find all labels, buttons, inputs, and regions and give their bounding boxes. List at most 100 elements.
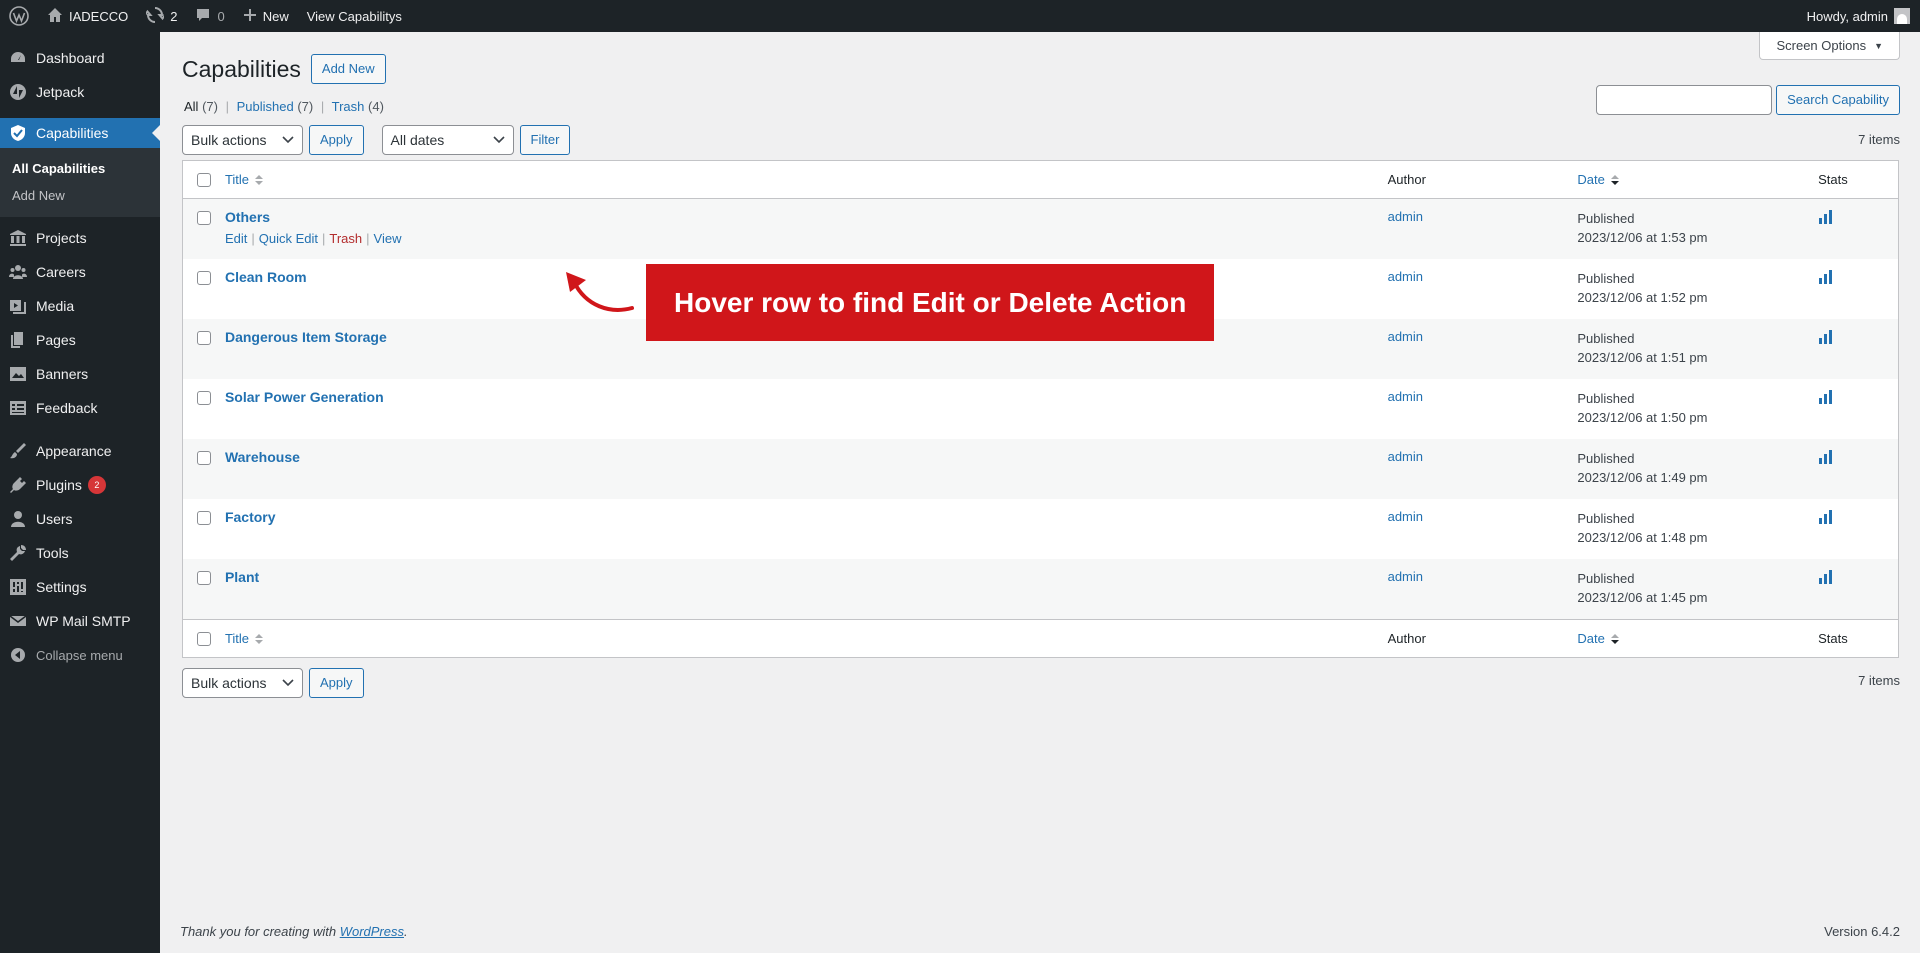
row-checkbox[interactable] [196,211,211,225]
filter-button[interactable]: Filter [519,125,571,155]
stats-bar-chart-icon[interactable] [1818,209,1834,225]
sidebar-item-appearance[interactable]: Appearance [0,434,160,468]
stats-bar-chart-icon[interactable] [1818,449,1834,465]
post-date: 2023/12/06 at 1:49 pm [1577,470,1708,485]
author-link[interactable]: admin [1388,208,1423,224]
stats-bar-chart-icon[interactable] [1818,269,1834,285]
author-link[interactable]: admin [1388,448,1423,464]
view-capabilitys-label: View Capabilitys [306,8,402,24]
capabilities-submenu: All Capabilities Add New [0,148,160,217]
sidebar-item-settings[interactable]: Settings [0,570,160,604]
view-published-link[interactable]: Published (7) [237,99,314,114]
column-stats-header: Stats [1818,172,1848,187]
row-checkbox[interactable] [196,511,211,525]
sidebar-item-capabilities[interactable]: Capabilities [0,118,160,148]
sidebar-item-label: Pages [36,332,76,348]
annotation-arrow-icon [566,272,634,312]
view-trash-label: Trash [331,99,365,114]
column-date-footer[interactable]: Date [1577,631,1818,646]
column-title-footer[interactable]: Title [225,631,1388,646]
author-link[interactable]: admin [1388,268,1423,284]
sidebar-item-dashboard[interactable]: Dashboard [0,41,160,75]
row-checkbox[interactable] [196,271,211,285]
column-date-header[interactable]: Date [1577,172,1818,187]
edit-link[interactable]: Edit [225,231,247,246]
screen-options-button[interactable]: Screen Options ▼ [1759,32,1900,60]
column-title-header[interactable]: Title [225,172,1388,187]
view-link[interactable]: View [374,231,402,246]
row-title-link[interactable]: Factory [225,509,1388,525]
stats-bar-chart-icon[interactable] [1818,389,1834,405]
sidebar-item-media[interactable]: Media [0,289,160,323]
stats-bar-chart-icon[interactable] [1818,569,1834,585]
view-capabilitys-link[interactable]: View Capabilitys [298,0,411,32]
page-header: Capabilities Add New [182,54,386,84]
sidebar-item-label: Jetpack [36,84,85,100]
sidebar-item-tools[interactable]: Tools [0,536,160,570]
shield-icon [8,123,28,143]
date-filter-select[interactable]: All dates [381,125,514,155]
sidebar-item-users[interactable]: Users [0,502,160,536]
items-count-bottom: 7 items [1858,673,1900,688]
select-all-checkbox[interactable] [196,172,211,187]
comments-icon [195,7,211,26]
post-date: 2023/12/06 at 1:45 pm [1577,590,1708,605]
row-title-link[interactable]: Solar Power Generation [225,389,1388,405]
row-actions: Edit | Quick Edit | Trash | View [224,231,402,246]
page-title: Capabilities [182,55,301,82]
row-checkbox[interactable] [196,451,211,465]
my-account-link[interactable]: Howdy, admin [1807,0,1910,32]
date-cell: Published 2023/12/06 at 1:52 pm [1577,269,1818,307]
sidebar-item-careers[interactable]: Careers [0,255,160,289]
view-trash-link[interactable]: Trash (4) [332,99,384,114]
apply-button[interactable]: Apply [309,125,364,155]
author-link[interactable]: admin [1388,568,1423,584]
updates-icon [144,6,168,27]
apply-button-bottom[interactable]: Apply [309,668,364,698]
mail-icon [8,611,28,631]
view-all-link[interactable]: All (7) [184,99,218,114]
trash-link[interactable]: Trash [329,231,362,246]
row-checkbox[interactable] [196,331,211,345]
updates-link[interactable]: 2 [137,0,186,32]
title-cell: Plant [225,569,1388,585]
bulk-actions-select-bottom[interactable]: Bulk actions [182,668,303,698]
stats-bar-chart-icon[interactable] [1818,329,1834,345]
submenu-add-new[interactable]: Add New [0,182,160,209]
search-capability-button[interactable]: Search Capability [1776,85,1900,115]
wordpress-link[interactable]: WordPress [340,924,404,939]
search-input[interactable] [1596,85,1773,115]
sidebar-item-banners[interactable]: Banners [0,357,160,391]
site-name-link[interactable]: IADECCO [38,0,137,32]
add-new-button[interactable]: Add New [310,54,386,84]
title-cell: Solar Power Generation [225,389,1388,405]
collapse-menu-button[interactable]: Collapse menu [0,638,160,672]
wordpress-logo-icon[interactable] [0,0,38,32]
users-icon [8,509,28,529]
new-content-link[interactable]: New [234,0,298,32]
select-all-checkbox-footer[interactable] [196,631,211,646]
sidebar-item-projects[interactable]: Projects [0,221,160,255]
author-link[interactable]: admin [1388,508,1423,524]
sidebar-item-feedback[interactable]: Feedback [0,391,160,425]
submenu-all-capabilities[interactable]: All Capabilities [0,155,160,182]
sidebar-item-jetpack[interactable]: Jetpack [0,75,160,109]
view-published-count: (7) [297,99,314,114]
comments-link[interactable]: 0 [186,0,233,32]
title-cell: Others Edit | Quick Edit | Trash | View [225,209,1388,246]
stats-bar-chart-icon[interactable] [1818,509,1834,525]
row-title-link[interactable]: Others [225,209,1388,225]
row-checkbox[interactable] [196,391,211,405]
author-link[interactable]: admin [1388,388,1423,404]
bulk-actions-select[interactable]: Bulk actions [182,125,303,155]
row-checkbox[interactable] [196,571,211,585]
quick-edit-link[interactable]: Quick Edit [259,231,318,246]
sidebar-item-pages[interactable]: Pages [0,323,160,357]
row-title-link[interactable]: Plant [225,569,1388,585]
sidebar-item-wp-mail-smtp[interactable]: WP Mail SMTP [0,604,160,638]
author-link[interactable]: admin [1388,328,1423,344]
sidebar-item-plugins[interactable]: Plugins 2 [0,468,160,502]
row-title-link[interactable]: Warehouse [225,449,1388,465]
post-date: 2023/12/06 at 1:53 pm [1577,230,1708,245]
pages-icon [8,330,28,350]
